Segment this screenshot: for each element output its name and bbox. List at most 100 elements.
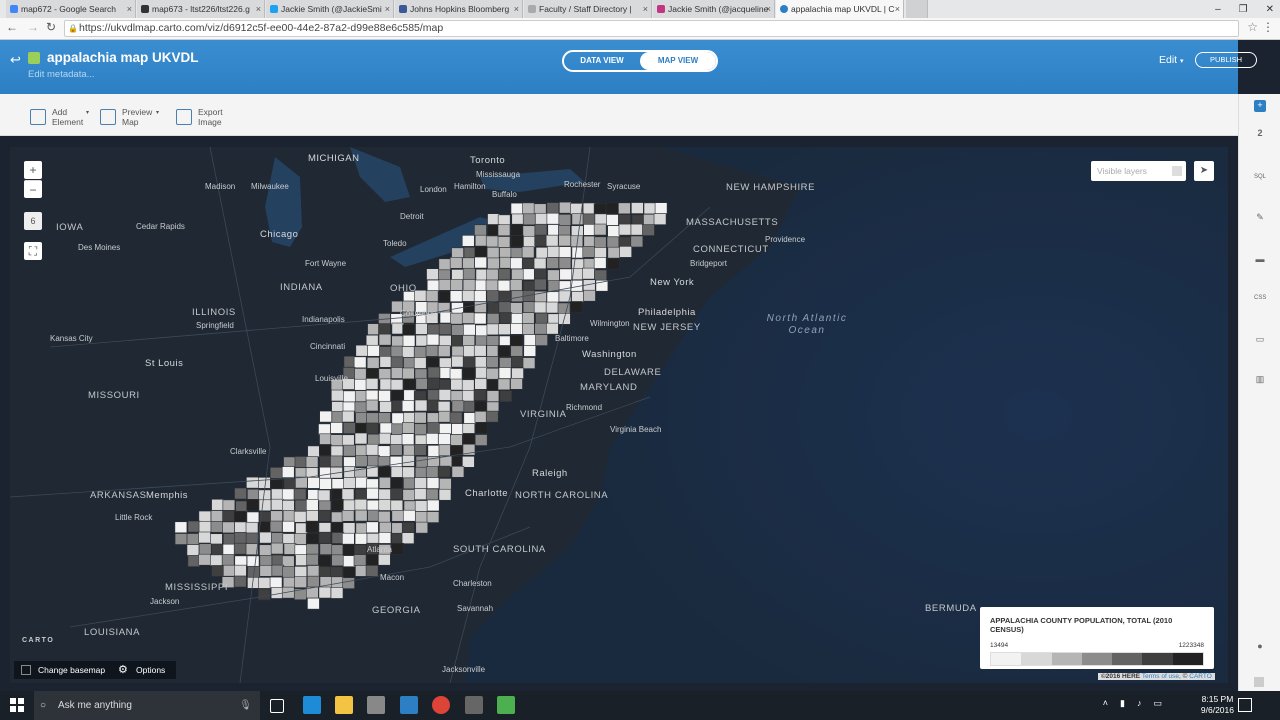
county-polygon[interactable] (366, 412, 380, 425)
county-polygon[interactable] (437, 401, 451, 413)
county-polygon[interactable] (510, 302, 523, 314)
county-polygon[interactable] (461, 235, 475, 247)
county-polygon[interactable] (365, 422, 379, 435)
county-polygon[interactable] (365, 565, 379, 577)
county-polygon[interactable] (366, 521, 379, 534)
county-polygon[interactable] (354, 432, 368, 445)
county-polygon[interactable] (487, 257, 500, 270)
county-polygon[interactable] (293, 510, 307, 523)
county-polygon[interactable] (438, 323, 452, 335)
county-polygon[interactable] (341, 510, 355, 522)
county-polygon[interactable] (354, 401, 368, 414)
county-polygon[interactable] (522, 301, 536, 313)
county-polygon[interactable] (427, 377, 440, 390)
county-polygon[interactable] (582, 202, 596, 215)
browser-tab[interactable]: Jackie Smith (@jacqueline × (653, 0, 775, 18)
county-polygon[interactable] (330, 422, 343, 434)
county-polygon[interactable] (475, 268, 489, 281)
county-polygon[interactable] (511, 367, 524, 380)
county-polygon[interactable] (330, 521, 344, 534)
county-polygon[interactable] (510, 345, 524, 358)
county-polygon[interactable] (198, 520, 212, 533)
filters-chart-icon[interactable]: ▥ (1254, 374, 1266, 384)
county-polygon[interactable] (378, 333, 392, 346)
county-polygon[interactable] (233, 575, 247, 588)
county-polygon[interactable] (427, 399, 440, 412)
county-polygon[interactable] (582, 213, 596, 226)
county-polygon[interactable] (593, 203, 607, 216)
county-polygon[interactable] (521, 258, 535, 270)
county-polygon[interactable] (367, 455, 380, 467)
county-polygon[interactable] (222, 543, 236, 556)
county-polygon[interactable] (449, 411, 463, 424)
preview-map-button[interactable]: Preview Map ▾ (100, 104, 159, 130)
county-polygon[interactable] (294, 499, 308, 512)
county-polygon[interactable] (438, 335, 452, 347)
county-polygon[interactable] (451, 456, 465, 468)
county-polygon[interactable] (305, 499, 319, 511)
county-polygon[interactable] (355, 476, 368, 489)
county-polygon[interactable] (425, 488, 439, 501)
county-polygon[interactable] (258, 577, 271, 589)
browser-tab-active[interactable]: appalachia map UKVDL | C × (776, 0, 904, 18)
county-polygon[interactable] (461, 390, 475, 402)
county-polygon[interactable] (497, 268, 511, 281)
county-polygon[interactable] (486, 247, 500, 259)
county-polygon[interactable] (271, 532, 284, 544)
county-polygon[interactable] (259, 521, 272, 533)
county-polygon[interactable] (377, 465, 391, 478)
county-polygon[interactable] (379, 422, 393, 435)
county-polygon[interactable] (594, 247, 607, 259)
help-lightbulb-icon[interactable]: ● (1254, 641, 1266, 651)
county-polygon[interactable] (330, 587, 344, 599)
county-polygon[interactable] (187, 520, 201, 533)
county-polygon[interactable] (475, 366, 488, 379)
county-polygon[interactable] (355, 565, 368, 577)
cortana-search-box[interactable]: ○ Ask me anything 🎙 (34, 691, 260, 720)
county-polygon[interactable] (306, 543, 319, 556)
county-polygon[interactable] (594, 269, 607, 282)
county-polygon[interactable] (593, 223, 607, 236)
county-polygon[interactable] (510, 202, 524, 215)
county-polygon[interactable] (281, 466, 295, 478)
county-polygon[interactable] (366, 499, 380, 512)
county-polygon[interactable] (331, 401, 344, 413)
county-polygon[interactable] (390, 356, 404, 369)
back-icon[interactable]: ↩ (10, 52, 21, 68)
county-polygon[interactable] (270, 542, 284, 555)
county-polygon[interactable] (270, 478, 283, 491)
county-polygon[interactable] (535, 312, 548, 325)
app-icon[interactable] (400, 696, 418, 714)
county-polygon[interactable] (342, 532, 355, 545)
county-polygon[interactable] (461, 289, 475, 302)
county-polygon[interactable] (437, 345, 451, 357)
county-polygon[interactable] (449, 368, 463, 380)
county-polygon[interactable] (258, 499, 272, 512)
back-arrow-icon[interactable]: ← (6, 20, 18, 34)
county-polygon[interactable] (354, 390, 368, 402)
county-polygon[interactable] (294, 576, 307, 588)
county-polygon[interactable] (366, 533, 380, 545)
county-polygon[interactable] (295, 476, 308, 489)
county-polygon[interactable] (509, 279, 523, 291)
county-polygon[interactable] (461, 379, 475, 392)
county-polygon[interactable] (174, 533, 188, 545)
county-polygon[interactable] (487, 213, 500, 226)
map-view-tab[interactable]: MAP VIEW (640, 52, 716, 70)
county-polygon[interactable] (427, 445, 441, 457)
close-icon[interactable]: × (643, 0, 648, 18)
county-polygon[interactable] (378, 476, 392, 489)
county-polygon[interactable] (246, 476, 259, 489)
county-polygon[interactable] (390, 477, 403, 489)
county-polygon[interactable] (426, 412, 440, 425)
edge-icon[interactable] (303, 696, 321, 714)
county-polygon[interactable] (462, 423, 476, 435)
county-polygon[interactable] (607, 246, 621, 259)
county-polygon[interactable] (497, 236, 511, 248)
county-polygon[interactable] (259, 555, 273, 567)
county-polygon[interactable] (486, 268, 499, 281)
county-polygon[interactable] (305, 456, 319, 468)
store-icon[interactable] (367, 696, 385, 714)
county-polygon[interactable] (534, 278, 547, 291)
county-polygon[interactable] (425, 345, 439, 357)
